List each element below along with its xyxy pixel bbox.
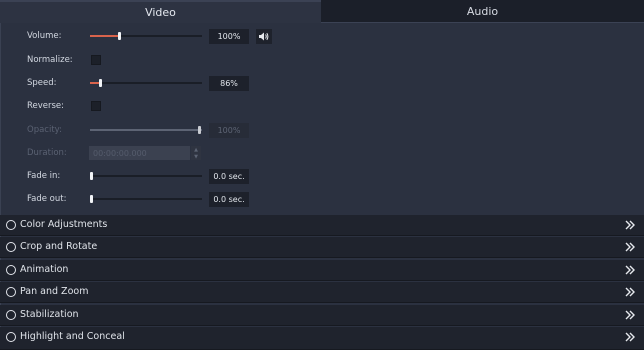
duration-label: Duration: [27, 148, 67, 158]
double-chevron-right-icon [625, 220, 635, 230]
section-label: Color Adjustments [20, 219, 108, 230]
section-highlight-and-conceal[interactable]: Highlight and Conceal [0, 327, 644, 350]
section-label: Crop and Rotate [20, 241, 98, 252]
speaker-icon [259, 32, 269, 41]
reverse-checkbox[interactable] [91, 101, 101, 111]
speed-label: Speed: [27, 78, 57, 88]
section-label: Animation [20, 264, 69, 275]
radio-circle-icon [6, 310, 16, 320]
double-chevron-right-icon [625, 265, 635, 275]
tab-video[interactable]: Video [0, 0, 321, 23]
fade-in-label: Fade in: [27, 171, 61, 181]
normalize-label: Normalize: [27, 55, 73, 65]
fade-in-slider-thumb[interactable] [90, 172, 93, 180]
double-chevron-right-icon [625, 332, 635, 342]
reverse-label: Reverse: [27, 101, 65, 111]
radio-circle-icon [6, 265, 16, 275]
volume-label: Volume: [27, 31, 62, 41]
fade-out-label: Fade out: [27, 194, 67, 204]
section-stabilization[interactable]: Stabilization [0, 305, 644, 326]
speed-slider-thumb[interactable] [99, 79, 102, 87]
section-label: Stabilization [20, 309, 79, 320]
opacity-value-field: 100% [209, 123, 249, 138]
spin-down-icon: ▼ [194, 153, 198, 160]
volume-slider[interactable] [90, 32, 202, 40]
fade-in-value-field[interactable]: 0.0 sec. [209, 169, 249, 184]
section-color-adjustments[interactable]: Color Adjustments [0, 215, 644, 236]
speed-slider[interactable] [90, 79, 202, 87]
tab-bar: Video Audio [0, 0, 644, 23]
section-animation[interactable]: Animation [0, 260, 644, 281]
fade-out-slider[interactable] [90, 195, 202, 203]
normalize-checkbox[interactable] [91, 55, 101, 65]
spin-up-icon: ▲ [194, 146, 198, 153]
fade-out-slider-thumb[interactable] [90, 195, 93, 203]
double-chevron-right-icon [625, 242, 635, 252]
fade-out-value-field[interactable]: 0.0 sec. [209, 192, 249, 207]
radio-circle-icon [6, 242, 16, 252]
mute-button[interactable] [256, 29, 272, 44]
opacity-slider [90, 126, 202, 134]
speed-value-field[interactable]: 86% [209, 76, 249, 91]
fade-in-slider[interactable] [90, 172, 202, 180]
section-label: Pan and Zoom [20, 286, 89, 297]
duration-spinner: ▲ ▼ [191, 146, 201, 160]
section-crop-and-rotate[interactable]: Crop and Rotate [0, 237, 644, 258]
radio-circle-icon [6, 220, 16, 230]
volume-slider-thumb[interactable] [118, 32, 121, 40]
opacity-slider-thumb [198, 126, 201, 134]
tab-audio[interactable]: Audio [321, 0, 644, 23]
volume-value-field[interactable]: 100% [209, 29, 249, 44]
section-pan-and-zoom[interactable]: Pan and Zoom [0, 282, 644, 303]
radio-circle-icon [6, 287, 16, 297]
radio-circle-icon [6, 332, 16, 342]
volume-slider-fill [90, 35, 119, 37]
duration-field: 00:00:00.000 [89, 146, 190, 160]
opacity-label: Opacity: [27, 125, 62, 135]
section-label: Highlight and Conceal [20, 331, 125, 342]
double-chevron-right-icon [625, 287, 635, 297]
double-chevron-right-icon [625, 310, 635, 320]
